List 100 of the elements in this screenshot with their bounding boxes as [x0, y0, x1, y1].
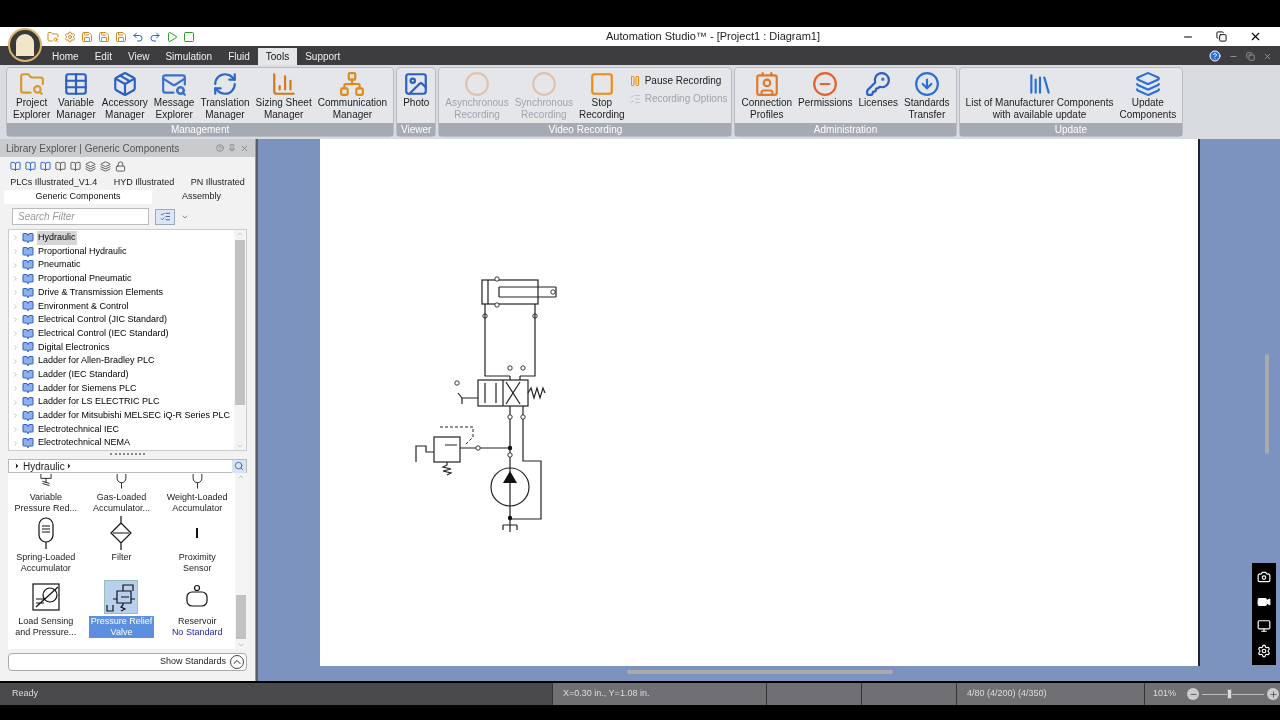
component-item[interactable]: Reservoir No Standard — [159, 579, 235, 649]
zoom-out-button[interactable] — [1187, 688, 1199, 700]
library-tool-button[interactable] — [40, 161, 51, 172]
tool-icon — [628, 74, 641, 87]
close-icon[interactable] — [240, 143, 249, 153]
component-item[interactable]: Variable Pressure Red... — [8, 473, 84, 515]
ribbon-button[interactable]: Communication Manager — [315, 71, 390, 121]
settings-icon[interactable] — [1257, 643, 1271, 658]
ribbon-button[interactable]: Permissions — [796, 71, 855, 109]
ribbon-button[interactable]: Message Explorer — [151, 71, 197, 121]
component-item[interactable]: Weight-Loaded Accumulator — [159, 473, 235, 515]
close-icon[interactable] — [1263, 51, 1272, 61]
tree-item[interactable]: Proportional Pneumatic — [9, 272, 234, 286]
menu-tab[interactable]: Fluid — [220, 48, 258, 65]
vertical-scrollbar[interactable] — [1265, 354, 1269, 454]
restore-button[interactable] — [1216, 31, 1227, 42]
quick-access-button[interactable] — [80, 29, 94, 44]
library-tool-button[interactable] — [115, 161, 126, 172]
ribbon-button[interactable]: Variable Manager — [54, 71, 98, 121]
ribbon-button[interactable]: Licenses — [856, 71, 900, 109]
tree-item[interactable]: Ladder for LS ELECTRIC PLC — [9, 395, 234, 409]
ribbon-button[interactable]: Accessory Manager — [99, 71, 150, 121]
menu-tab[interactable]: View — [119, 48, 158, 65]
tree-item[interactable]: Ladder for Allen-Bradley PLC — [9, 354, 234, 368]
tree-item[interactable]: Pneumatic — [9, 258, 234, 273]
quick-access-button[interactable] — [165, 29, 179, 44]
library-tool-button[interactable] — [10, 161, 21, 172]
scrollbar[interactable] — [234, 230, 246, 450]
zoom-slider-thumb[interactable] — [1226, 688, 1232, 699]
tree-item[interactable]: Digital Electronics — [9, 340, 234, 355]
menu-tab[interactable]: Home — [44, 48, 87, 65]
ribbon-button[interactable]: Project Explorer — [11, 71, 53, 121]
tree-item[interactable]: Electrical Control (JIC Standard) — [9, 313, 234, 327]
tree-item[interactable]: Ladder for Mitsubishi MELSEC iQ-R Series PLC — [9, 408, 234, 423]
tree-label: Ladder for Allen-Bradley PLC — [37, 354, 156, 368]
restore-icon[interactable] — [1246, 51, 1255, 61]
ribbon-button[interactable]: Translation Manager — [198, 71, 252, 121]
tree-label: Proportional Pneumatic — [37, 272, 133, 286]
search-field[interactable]: Search Filter — [12, 208, 149, 225]
library-tab[interactable]: Generic Components — [4, 190, 152, 204]
tree-item[interactable]: Electrical Control (IEC Standard) — [9, 326, 234, 341]
ribbon-button[interactable]: Photo — [401, 71, 432, 109]
splitter-grip[interactable] — [110, 451, 145, 455]
tree-item[interactable]: Drive & Transmission Elements — [9, 285, 234, 300]
tree-item[interactable]: Ladder (IEC Standard) — [9, 367, 234, 382]
component-item[interactable]: Filter — [83, 515, 160, 579]
component-item[interactable]: Gas-Loaded Accumulator... — [83, 473, 160, 515]
component-item[interactable]: Proximity Sensor — [159, 515, 235, 579]
quick-access-button[interactable] — [131, 29, 145, 44]
ribbon-button[interactable]: Pause Recording — [628, 73, 728, 88]
quick-access-button[interactable] — [114, 29, 128, 44]
library-tool-button[interactable] — [85, 161, 96, 172]
book-icon — [22, 355, 34, 368]
tree-item[interactable]: Electrotechnical IEC — [9, 422, 234, 437]
horizontal-scrollbar[interactable] — [627, 670, 893, 674]
quick-access-button[interactable] — [97, 29, 111, 44]
menu-tab[interactable]: Simulation — [157, 48, 221, 65]
ribbon-button[interactable]: Stop Recording — [577, 71, 627, 121]
library-tool-button[interactable] — [100, 161, 111, 172]
ribbon-button[interactable]: Update Components — [1117, 71, 1179, 121]
tool-icon — [530, 71, 557, 97]
quick-access-button[interactable] — [182, 29, 196, 44]
screen-icon[interactable] — [1257, 619, 1271, 634]
library-tool-icon — [10, 161, 21, 172]
tree-item[interactable]: Electrotechnical NEMA — [9, 436, 234, 450]
ribbon-button[interactable]: Sizing Sheet Manager — [253, 71, 314, 121]
camera-icon[interactable] — [1257, 570, 1271, 585]
tree-item[interactable]: Hydraulic — [9, 231, 234, 245]
group-label: Administration — [735, 123, 956, 136]
menu-tab[interactable]: Edit — [86, 48, 120, 65]
scrollbar-thumb[interactable] — [235, 240, 245, 405]
library-tool-button[interactable] — [55, 161, 66, 172]
panel-title: Library Explorer | Generic Components — [6, 141, 180, 156]
component-item[interactable]: Load Sensing and Pressure... — [8, 579, 84, 649]
pin-icon[interactable] — [228, 143, 236, 152]
menu-tab[interactable]: Support — [297, 48, 349, 65]
filter-options-button[interactable] — [155, 208, 175, 225]
quick-access-button[interactable] — [148, 29, 162, 44]
library-tab[interactable]: Assembly — [152, 190, 251, 204]
library-tab[interactable]: PN Illustrated — [187, 176, 248, 190]
close-button[interactable] — [1249, 30, 1262, 43]
ribbon-button[interactable]: List of Manufacturer Components with available update — [963, 71, 1116, 121]
tree-item[interactable]: Proportional Hydraulic — [9, 244, 234, 259]
menu-tab[interactable]: Tools — [257, 48, 298, 65]
tool-icon — [865, 71, 892, 97]
search-button[interactable] — [232, 459, 246, 473]
scrollbar-thumb[interactable] — [236, 595, 246, 639]
tree-item[interactable]: Ladder for Siemens PLC — [9, 381, 234, 396]
library-tab[interactable]: PLCs Illustrated_V1.4 — [7, 176, 101, 190]
library-tool-button[interactable] — [25, 161, 36, 172]
ribbon-button[interactable]: Connection Profiles — [739, 71, 795, 121]
component-item[interactable]: Spring-Loaded Accumulator — [8, 515, 84, 579]
tree-item[interactable]: Environment & Control — [9, 299, 234, 314]
zoom-text: 101% — [1144, 683, 1184, 705]
library-tab[interactable]: HYD Illustrated — [110, 176, 178, 190]
library-tool-button[interactable] — [70, 161, 81, 172]
tree-label: Electrotechnical NEMA — [37, 436, 132, 450]
quick-access-button[interactable] — [63, 29, 77, 44]
zoom-in-button[interactable] — [1267, 688, 1279, 700]
ribbon-button[interactable]: Standards Transfer — [902, 71, 952, 121]
